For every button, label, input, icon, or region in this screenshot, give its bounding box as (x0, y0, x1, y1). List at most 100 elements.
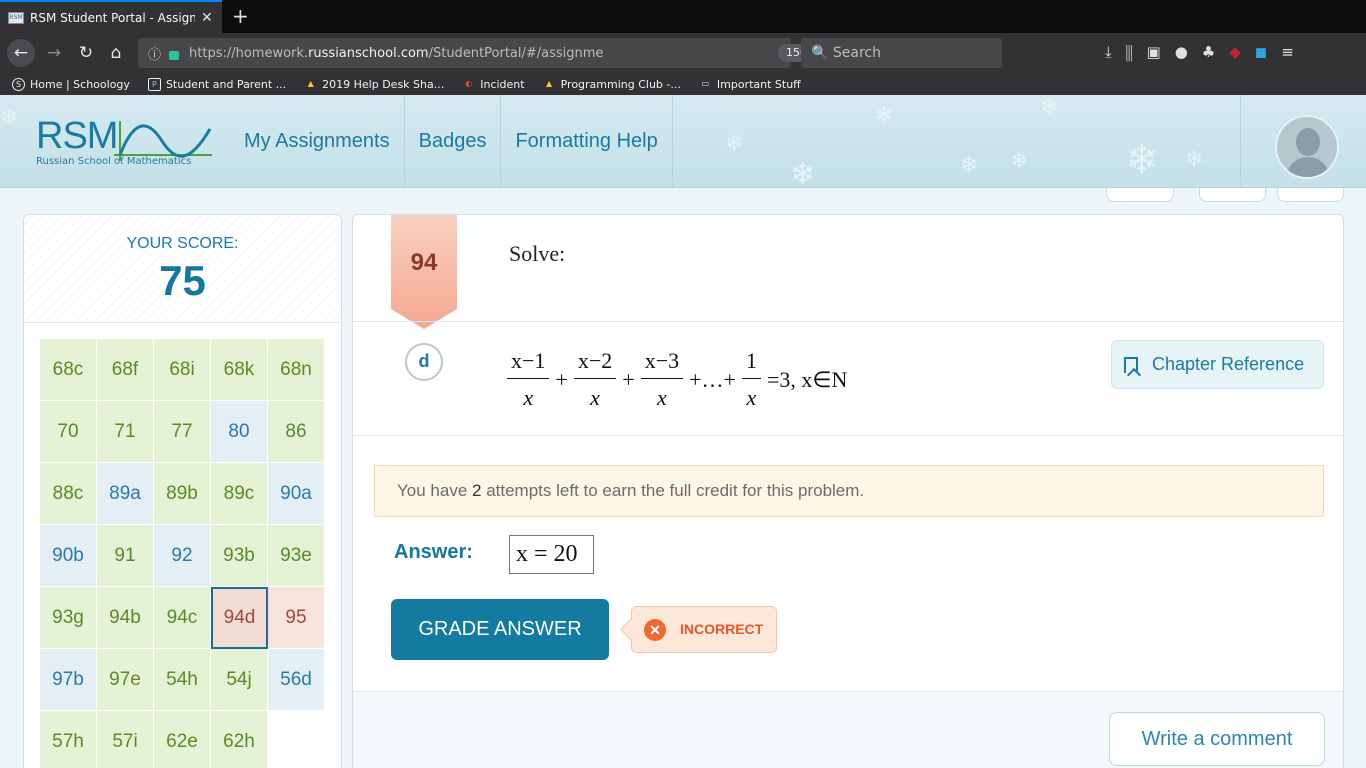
snowflake-icon: ❄ (1185, 147, 1204, 172)
problem-grid: 68c 68f 68i 68k 68n 70 71 77 80 86 88c 89a 89b 89c 90a… (40, 339, 327, 768)
main-nav: My Assignments Badges Formatting Help (230, 95, 673, 187)
problem-cell[interactable]: 89a (97, 463, 154, 525)
rsm-logo[interactable]: RSM Russian School of Mathematics (36, 115, 212, 167)
bookmark-folder[interactable]: ▭ Important Stuff (699, 78, 801, 91)
snowflake-icon: ❄ (875, 103, 894, 128)
fraction: 1x (741, 348, 761, 411)
sine-wave-icon (114, 121, 212, 161)
bookmarks-bar: S Home | Schoology P Student and Parent ..… (0, 73, 1366, 95)
snowflake-icon: ❄ (0, 105, 19, 130)
grade-answer-button[interactable]: GRADE ANSWER (391, 599, 609, 660)
home-icon[interactable]: ⌂ (102, 39, 130, 67)
write-comment-button[interactable]: Write a comment (1109, 712, 1325, 766)
toolbar-button[interactable] (1277, 188, 1344, 202)
score-panel: YOUR SCORE: 75 68c 68f 68i 68k 68n 70 71 77 80 86… (23, 214, 342, 768)
score-label: YOUR SCORE: (126, 235, 239, 252)
account-icon: ● (1174, 43, 1202, 61)
problem-cell[interactable]: 93b (211, 525, 268, 587)
toolbar-button[interactable] (1106, 188, 1174, 202)
parent-portal-icon: P (147, 77, 161, 91)
fraction: x−2 x (573, 348, 617, 411)
snowflake-icon: ❄ (1040, 95, 1059, 120)
problem-cell[interactable]: 90a (268, 463, 325, 525)
problem-cell[interactable]: 93e (268, 525, 325, 587)
forward-arrow-icon[interactable]: → (40, 39, 68, 67)
problem-cell[interactable]: 54j (211, 649, 268, 711)
problem-cell[interactable]: 88c (40, 463, 97, 525)
new-tab-icon[interactable]: + (232, 4, 249, 28)
avatar[interactable] (1275, 115, 1339, 179)
library-icon: ⫼ (1125, 43, 1147, 61)
problem-cell[interactable]: 68n (268, 339, 325, 401)
problem-cell[interactable]: 94b (97, 587, 154, 649)
search-input[interactable]: 🔍 Search (801, 38, 1002, 68)
nav-my-assignments[interactable]: My Assignments (230, 95, 405, 187)
chapter-reference-button[interactable]: Chapter Reference (1111, 340, 1324, 389)
toolbar-button[interactable] (1199, 188, 1266, 202)
problem-cell[interactable]: 77 (154, 401, 211, 463)
problem-cell[interactable]: 57i (97, 711, 154, 768)
problem-cell[interactable]: 97e (97, 649, 154, 711)
problem-cell[interactable]: 62h (211, 711, 268, 768)
problem-cell[interactable]: 93g (40, 587, 97, 649)
sidebar-icon: ▣ (1146, 43, 1175, 61)
problem-cell[interactable]: 90b (40, 525, 97, 587)
close-tab-icon[interactable]: ✕ (201, 10, 213, 26)
problem-cell[interactable]: 97b (40, 649, 97, 711)
bookmark-item[interactable]: ◐ Incident (462, 78, 524, 91)
bookmark-item[interactable]: ▲ Programming Club -... (543, 78, 681, 91)
bookmark-icon (1124, 357, 1138, 373)
toolbar-icons[interactable]: ⤓⫼▣●♣◆◼≡ (1105, 43, 1308, 61)
problem-cell[interactable]: 94d (211, 587, 268, 649)
problem-panel: 94 Solve: d x−1 x + x−2 x + x−3 x +…+ 1x =3… (352, 214, 1344, 768)
divider (353, 435, 1343, 436)
problem-cell[interactable]: 68k (211, 339, 268, 401)
extension-icon: ♣ (1201, 43, 1230, 61)
problem-cell[interactable]: 89c (211, 463, 268, 525)
answer-input[interactable]: x = 20 (509, 535, 594, 574)
problem-cell[interactable]: 54h (154, 649, 211, 711)
problem-cell[interactable]: 92 (154, 525, 211, 587)
google-drive-icon: ▲ (307, 78, 314, 88)
problem-cell[interactable]: 95 (268, 587, 325, 649)
snowflake-icon: ❄ (790, 157, 816, 192)
divider (353, 321, 1343, 322)
nav-badges[interactable]: Badges (405, 95, 502, 187)
problem-cell[interactable]: 94c (154, 587, 211, 649)
bookmark-item[interactable]: P Student and Parent ... (147, 77, 286, 91)
problem-cell[interactable]: 56d (268, 649, 325, 711)
nav-formatting-help[interactable]: Formatting Help (501, 95, 673, 187)
fraction: x−3 x (640, 348, 684, 411)
problem-cell[interactable]: 80 (211, 401, 268, 463)
info-icon[interactable]: ⓘ (148, 44, 161, 63)
rsm-favicon-icon: RSM (8, 11, 24, 24)
problem-cell[interactable]: 57h (40, 711, 97, 768)
problem-cell[interactable]: 91 (97, 525, 154, 587)
problem-cell[interactable]: 68i (154, 339, 211, 401)
bookmark-item[interactable]: S Home | Schoology (12, 77, 130, 91)
ublock-icon: ◆ (1229, 43, 1255, 61)
problem-instruction: Solve: (509, 241, 566, 266)
problem-cell[interactable]: 89b (154, 463, 211, 525)
lock-icon (169, 50, 180, 60)
url-text[interactable]: https://homework.russianschool.com/Stude… (189, 46, 604, 61)
browser-tab[interactable]: RSM RSM Student Portal - Assignme ✕ (0, 0, 222, 33)
back-arrow-icon[interactable]: ← (7, 39, 35, 67)
user-menu[interactable] (1240, 95, 1366, 187)
problem-cell[interactable]: 68c (40, 339, 97, 401)
problem-cell[interactable]: 70 (40, 401, 97, 463)
snowflake-icon: ❄ (1010, 149, 1029, 174)
site-header: ❄ ❄ ❄ ❄ ❄ ❄ ❄ ❄ ❄ RSM Russian School of … (0, 95, 1366, 192)
problem-cell[interactable]: 68f (97, 339, 154, 401)
reload-icon[interactable]: ↻ (72, 39, 100, 67)
comments-section: Write a comment (353, 691, 1343, 768)
google-drive-icon: ▲ (546, 78, 553, 88)
menu-icon: ≡ (1281, 43, 1308, 61)
download-icon: ⤓ (1105, 43, 1126, 61)
problem-cell[interactable]: 71 (97, 401, 154, 463)
incorrect-badge: ✕ INCORRECT (631, 606, 777, 653)
url-bar[interactable]: ⓘ https://homework.russianschool.com/Stu… (138, 38, 947, 68)
problem-cell[interactable]: 62e (154, 711, 211, 768)
problem-cell[interactable]: 86 (268, 401, 325, 463)
bookmark-item[interactable]: ▲ 2019 Help Desk Sha... (304, 78, 445, 91)
